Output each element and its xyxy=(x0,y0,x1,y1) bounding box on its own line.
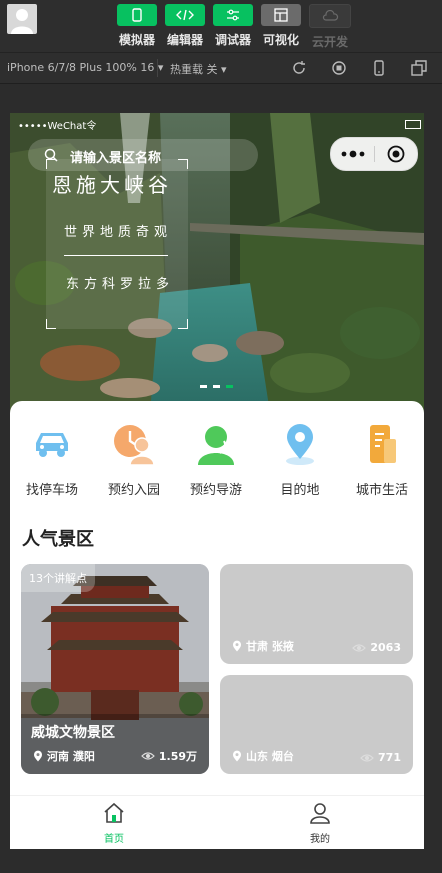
simulator-button[interactable]: 模拟器 xyxy=(114,4,160,48)
swiper-dot-active[interactable] xyxy=(226,385,233,388)
avatar-icon xyxy=(11,9,33,34)
user-icon xyxy=(310,803,330,824)
code-icon xyxy=(176,9,194,21)
tab-home-label: 首页 xyxy=(104,834,124,845)
poster-overlay: 恩施大峡谷 世界地质奇观 东方科罗拉多 xyxy=(46,159,188,329)
nav-label-city-life: 城市生活 xyxy=(355,483,408,498)
guide-icon xyxy=(198,426,234,465)
eye-icon xyxy=(141,752,155,760)
location-icon xyxy=(233,640,241,652)
swiper-dot[interactable] xyxy=(200,385,207,388)
nav-item-city-life[interactable]: 城市生活 xyxy=(344,423,420,498)
clock-person-icon xyxy=(114,425,155,466)
scenic-name: 威城文物景区 xyxy=(31,725,115,741)
scenic-card[interactable]: 山东 烟台 771 xyxy=(220,675,413,774)
nav-label-entry-booking: 预约入园 xyxy=(107,483,160,498)
home-icon xyxy=(104,802,124,823)
poster-title: 恩施大峡谷 xyxy=(52,173,172,197)
hot-reload-select[interactable]: 热重载 关 ▾ xyxy=(170,61,227,77)
scenic-location: 山东 烟台 xyxy=(232,748,294,764)
capsule-divider xyxy=(374,146,375,162)
nav-item-parking[interactable]: 找停车场 xyxy=(14,423,90,498)
nav-label-destination: 目的地 xyxy=(280,483,320,498)
location-text: 山东 烟台 xyxy=(246,750,294,763)
battery-icon xyxy=(405,120,421,129)
poster-divider xyxy=(64,255,168,256)
nav-label-parking: 找停车场 xyxy=(25,483,78,498)
debugger-button[interactable]: 调试器 xyxy=(210,4,256,48)
eye-icon xyxy=(360,753,374,762)
swiper-dot[interactable] xyxy=(213,385,220,388)
quick-nav: 找停车场 预约入园 预约导游 目的地 城市生活 xyxy=(10,423,424,503)
nav-item-entry-booking[interactable]: 预约入园 xyxy=(96,423,172,498)
status-bar: •••••WeChat令 xyxy=(10,117,424,133)
phone-preview-icon[interactable] xyxy=(371,60,387,76)
carrier-text: •••••WeChat令 xyxy=(18,121,97,132)
poster-line2: 东方科罗拉多 xyxy=(66,277,175,292)
scenic-card[interactable]: 13个讲解点 威城文物景区 河南 濮阳 1.59万 xyxy=(21,564,209,774)
simulator-label: 模拟器 xyxy=(118,33,155,47)
car-icon xyxy=(36,433,68,457)
temple-image xyxy=(21,564,209,774)
user-avatar[interactable] xyxy=(7,4,37,34)
debugger-label: 调试器 xyxy=(214,33,251,47)
divider xyxy=(157,59,158,77)
banner-swiper[interactable]: •••••WeChat令 请输入景区名称 恩施大峡谷 世界地质奇观 东方科罗拉多 xyxy=(10,113,424,413)
debug-icon xyxy=(227,9,239,21)
tab-home[interactable]: 首页 xyxy=(74,802,154,845)
eye-icon xyxy=(352,643,367,652)
cloud-dev-label: 云开发 xyxy=(311,35,348,49)
nav-label-guide-booking: 预约导游 xyxy=(189,483,242,498)
rotate-icon[interactable] xyxy=(291,60,307,76)
scenic-card[interactable]: 甘肃 张掖 2063 xyxy=(220,564,413,664)
section-title: 人气景区 xyxy=(22,529,94,550)
scenic-location: 河南 濮阳 xyxy=(33,748,95,764)
location-text: 河南 濮阳 xyxy=(47,750,95,763)
tab-mine[interactable]: 我的 xyxy=(280,802,360,845)
more-icon[interactable] xyxy=(341,150,365,158)
location-icon xyxy=(34,750,42,762)
detach-window-icon[interactable] xyxy=(411,60,427,76)
close-target-icon[interactable] xyxy=(387,145,405,163)
phone-icon xyxy=(132,8,142,22)
cloud-dev-button[interactable]: 云开发 xyxy=(307,4,353,50)
device-bar: iPhone 6/7/8 Plus 100% 16 ▾ 热重载 关 ▾ xyxy=(0,53,442,84)
cloud-icon xyxy=(322,10,339,21)
scenic-location: 甘肃 张掖 xyxy=(232,638,294,654)
location-icon xyxy=(233,750,241,762)
phone-simulator: •••••WeChat令 请输入景区名称 恩施大峡谷 世界地质奇观 东方科罗拉多… xyxy=(10,113,424,849)
scenic-views: 1.59万 xyxy=(141,748,197,764)
ide-toolbar: 模拟器 编辑器 调试器 可视化 云开发 xyxy=(0,0,442,53)
scenic-views: 2063 xyxy=(352,641,401,654)
main-content: 找停车场 预约入园 预约导游 目的地 城市生活 人气景区 13个讲解点 威城文物… xyxy=(10,401,424,849)
editor-label: 编辑器 xyxy=(166,33,203,47)
layout-icon xyxy=(274,8,288,22)
views-count: 2063 xyxy=(370,641,401,654)
guide-points-badge: 13个讲解点 xyxy=(21,564,95,592)
tab-mine-label: 我的 xyxy=(310,834,330,845)
stop-icon[interactable] xyxy=(331,60,347,76)
nav-item-guide-booking[interactable]: 预约导游 xyxy=(178,423,254,498)
editor-button[interactable]: 编辑器 xyxy=(162,4,208,48)
mini-program-capsule xyxy=(330,137,418,171)
visualize-button[interactable]: 可视化 xyxy=(258,4,304,48)
poster-line1: 世界地质奇观 xyxy=(64,225,173,240)
views-count: 771 xyxy=(378,751,401,764)
document-icon xyxy=(370,425,396,463)
location-pin-icon xyxy=(286,424,314,465)
tab-bar: 首页 我的 xyxy=(10,795,424,849)
location-text: 甘肃 张掖 xyxy=(246,640,294,653)
visualize-label: 可视化 xyxy=(262,33,299,47)
views-count: 1.59万 xyxy=(158,750,197,763)
scenic-views: 771 xyxy=(360,751,401,764)
device-select[interactable]: iPhone 6/7/8 Plus 100% 16 ▾ xyxy=(7,61,163,74)
nav-item-destination[interactable]: 目的地 xyxy=(262,423,338,498)
